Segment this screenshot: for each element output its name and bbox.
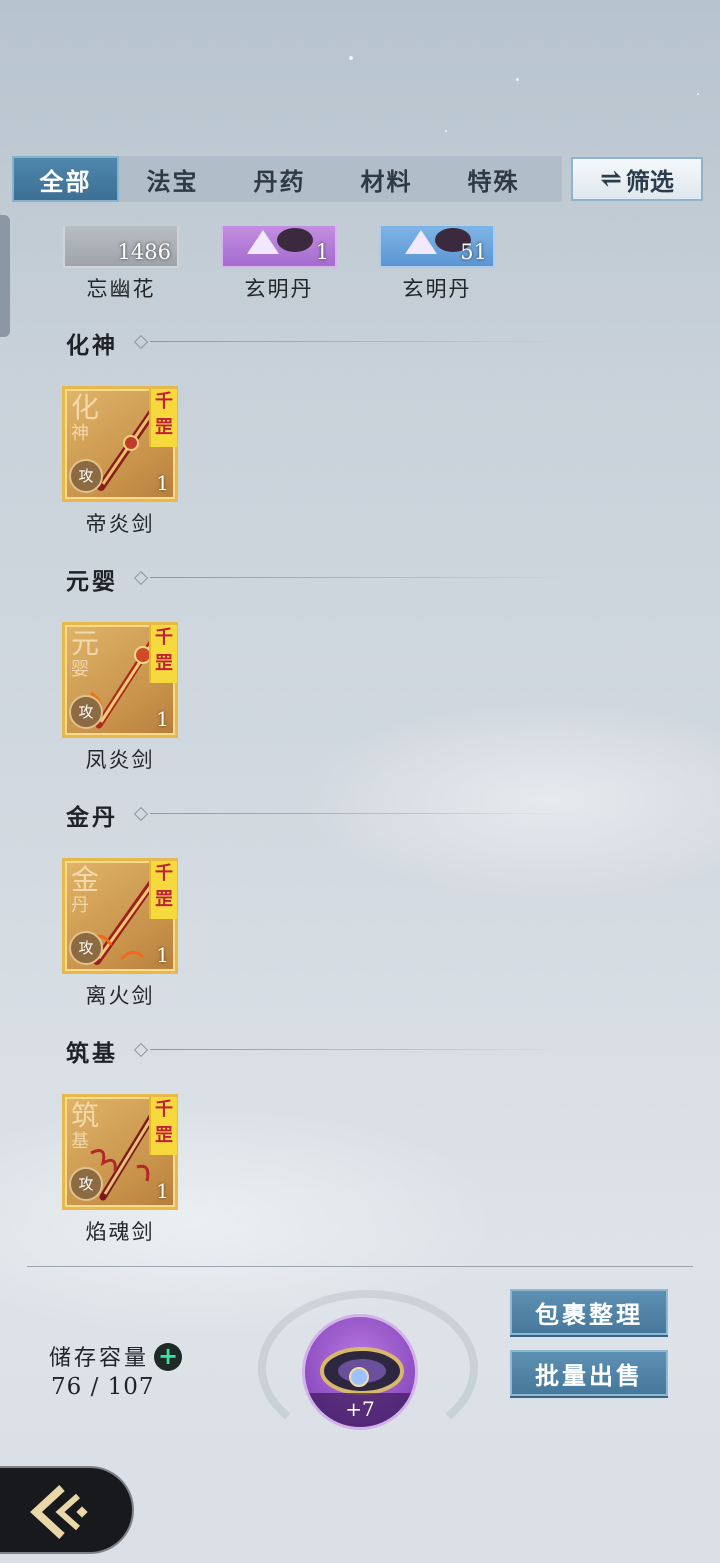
section-divider (133, 334, 576, 350)
item-name: 凤炎剑 (85, 748, 155, 772)
section-title: 化神 (66, 332, 118, 359)
featured-treasure-button[interactable]: +7 (302, 1314, 418, 1430)
item-name: 忘幽花 (86, 277, 156, 301)
tab-materials[interactable]: 材料 (333, 156, 440, 202)
grade-tag: 千罡 (149, 861, 177, 919)
inventory-item[interactable]: 元婴 千罡 攻 1 凤炎剑 (62, 622, 178, 774)
item-slot[interactable]: 51 (379, 226, 495, 268)
attack-type-badge: 攻 (69, 931, 103, 965)
item-slot[interactable]: 元婴 千罡 攻 1 (62, 622, 178, 738)
section-divider (133, 806, 576, 822)
bulk-sell-button[interactable]: 批量出售 (510, 1350, 668, 1396)
storage-capacity-label: 储存容量 (49, 1346, 150, 1371)
item-count: 1 (315, 240, 329, 264)
back-button[interactable] (0, 1466, 134, 1554)
filter-button[interactable]: ⇌ 筛选 (571, 157, 703, 201)
attack-type-badge: 攻 (69, 695, 103, 729)
grade-tag: 千罡 (149, 1097, 177, 1155)
inventory-item[interactable]: 筑基 千罡 攻 1 焰魂剑 (62, 1094, 178, 1246)
item-name: 玄明丹 (244, 277, 314, 301)
item-slot[interactable]: 1 (221, 226, 337, 268)
tab-treasure[interactable]: 法宝 (119, 156, 226, 202)
filter-label: 筛选 (625, 166, 674, 196)
side-handle[interactable] (0, 215, 10, 337)
organize-bag-button[interactable]: 包裹整理 (510, 1289, 668, 1335)
item-slot[interactable]: 金丹 千罡 攻 1 (62, 858, 178, 974)
section-divider (133, 570, 576, 586)
item-count: 1 (156, 1179, 169, 1203)
enhance-level: +7 (305, 1393, 415, 1427)
section-title: 元婴 (66, 568, 118, 595)
section-divider (133, 1042, 576, 1058)
bottom-divider (27, 1266, 693, 1267)
item-slot[interactable]: 化神 千罡 攻 1 (62, 386, 178, 502)
item-count: 1486 (117, 240, 171, 264)
item-count: 1 (156, 943, 169, 967)
tab-all[interactable]: 全部 (12, 156, 119, 202)
swap-arrows-icon: ⇌ (600, 164, 622, 194)
storage-capacity-value: 76 / 107 (51, 1374, 155, 1400)
category-tab-bar: 全部 法宝 丹药 材料 特殊 (12, 156, 562, 202)
item-name: 玄明丹 (402, 277, 472, 301)
section-title: 筑基 (66, 1040, 118, 1067)
inventory-item[interactable]: 化神 千罡 攻 1 帝炎剑 (62, 386, 178, 538)
item-count: 1 (156, 471, 169, 495)
item-slot[interactable]: 1486 (63, 226, 179, 268)
item-name: 离火剑 (85, 984, 155, 1008)
item-slot[interactable]: 筑基 千罡 攻 1 (62, 1094, 178, 1210)
attack-type-badge: 攻 (69, 459, 103, 493)
tab-special[interactable]: 特殊 (440, 156, 547, 202)
item-count: 1 (156, 707, 169, 731)
tab-pills[interactable]: 丹药 (226, 156, 333, 202)
grade-tag: 千罡 (149, 389, 177, 447)
back-arrow-icon (30, 1485, 88, 1539)
pill-icon (247, 228, 313, 254)
item-name: 焰魂剑 (85, 1220, 155, 1244)
plus-icon[interactable]: + (154, 1343, 182, 1371)
section-title: 金丹 (66, 804, 118, 831)
inventory-item[interactable]: 金丹 千罡 攻 1 离火剑 (62, 858, 178, 1010)
attack-type-badge: 攻 (69, 1167, 103, 1201)
item-count: 51 (460, 240, 487, 264)
grade-tag: 千罡 (149, 625, 177, 683)
item-name: 帝炎剑 (85, 512, 155, 536)
